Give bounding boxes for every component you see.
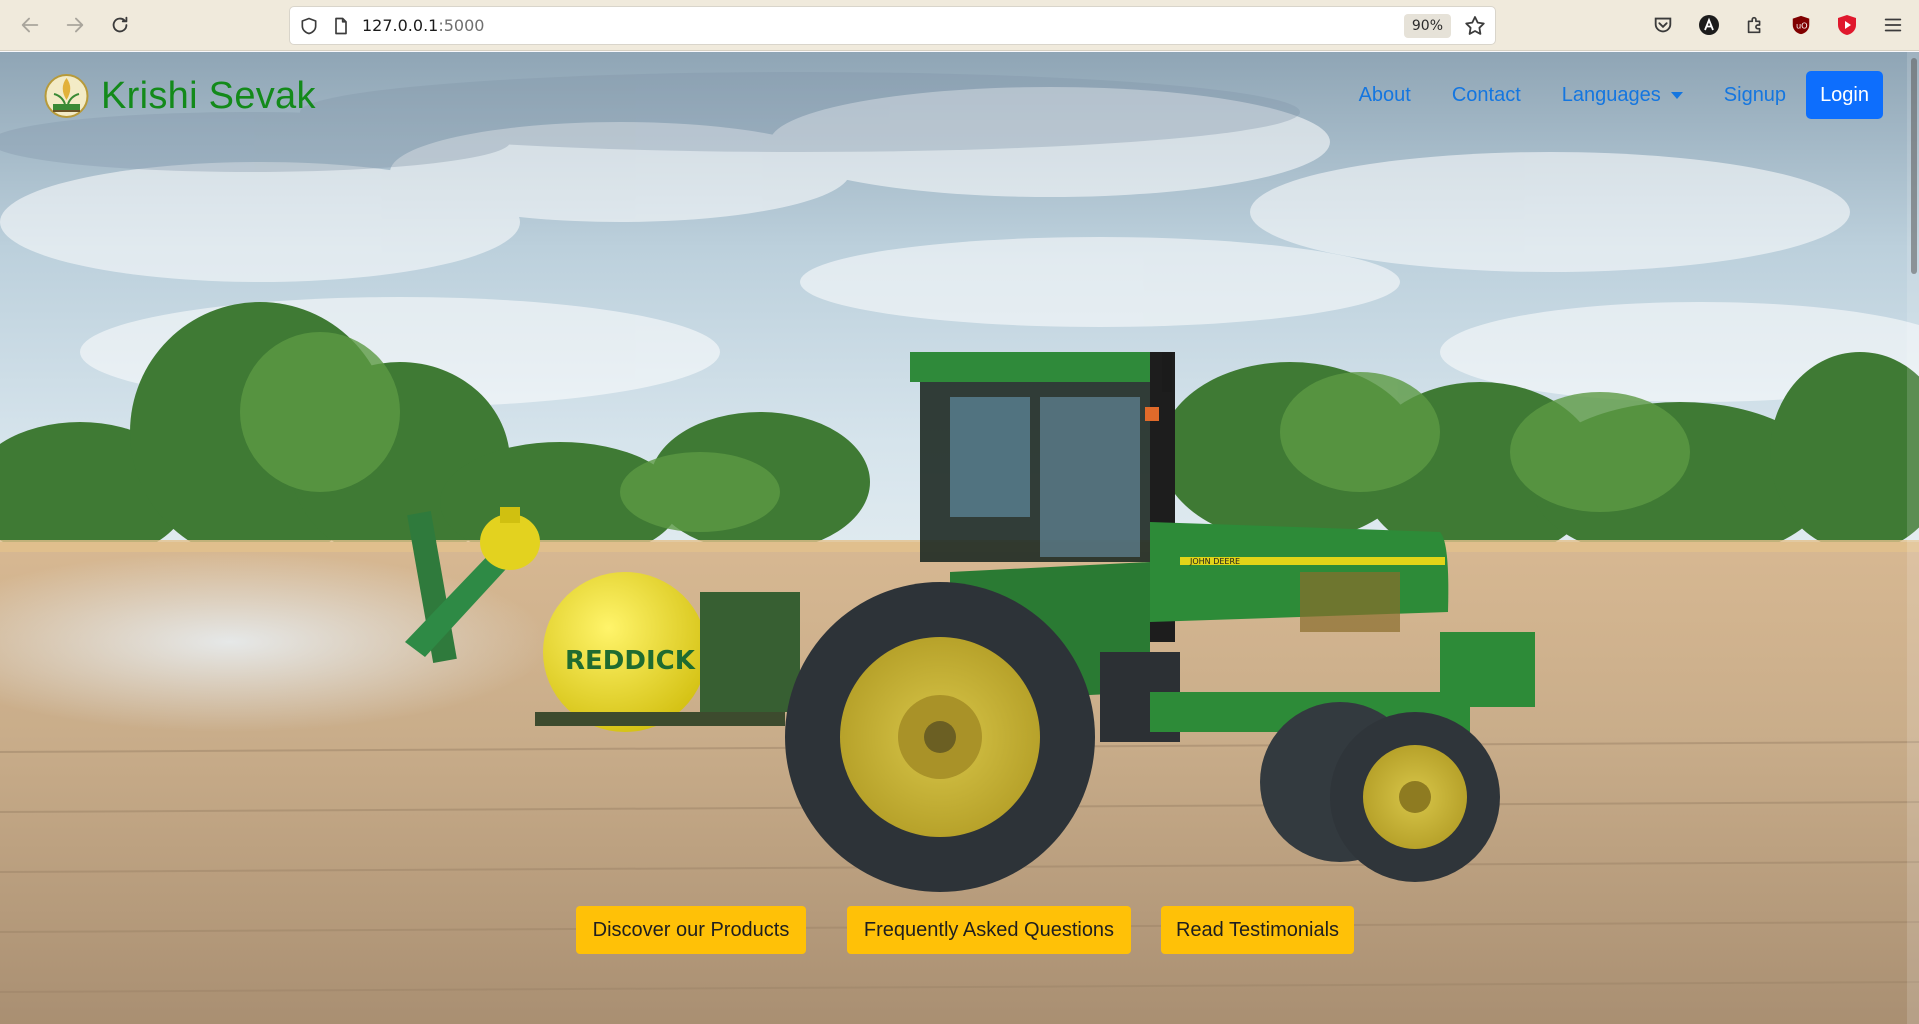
hero-background-image: REDDICK JOHN DEERE	[0, 52, 1919, 1024]
tractor-badge: JOHN DEERE	[1189, 557, 1240, 566]
faq-button[interactable]: Frequently Asked Questions	[847, 906, 1131, 954]
brand-logo-icon	[44, 74, 89, 118]
reload-button[interactable]	[100, 5, 140, 45]
address-bar[interactable]: 127.0.0.1:5000 90%	[289, 6, 1496, 45]
testimonials-button[interactable]: Read Testimonials	[1161, 906, 1354, 954]
arrow-right-icon	[66, 17, 84, 33]
nav-signup-link[interactable]: Signup	[1724, 84, 1786, 107]
languages-label: Languages	[1561, 83, 1661, 106]
discover-products-button[interactable]: Discover our Products	[576, 906, 806, 954]
zoom-level[interactable]: 90%	[1403, 14, 1451, 38]
url-text[interactable]: 127.0.0.1:5000	[362, 16, 484, 35]
account-avatar-icon[interactable]	[1693, 8, 1725, 42]
page-icon[interactable]	[330, 15, 352, 37]
video-extension-icon[interactable]	[1831, 8, 1863, 42]
back-button[interactable]	[10, 5, 50, 45]
nav-links: About Contact Languages Signup Login	[1318, 71, 1883, 119]
site-navbar: Krishi Sevak About Contact Languages Sig…	[0, 52, 1919, 148]
pocket-icon[interactable]	[1647, 8, 1679, 42]
scrollbar-thumb[interactable]	[1911, 58, 1917, 274]
shield-icon[interactable]	[298, 15, 320, 37]
brand-link[interactable]: Krishi Sevak	[44, 70, 316, 122]
page-scrollbar[interactable]	[1907, 52, 1919, 1024]
nav-contact-link[interactable]: Contact	[1452, 84, 1521, 107]
brand-name: Krishi Sevak	[101, 74, 316, 117]
extensions-area: uO	[1647, 8, 1909, 42]
reload-icon	[112, 16, 128, 33]
ublock-icon[interactable]: uO	[1785, 8, 1817, 42]
arrow-left-icon	[21, 17, 39, 33]
svg-text:uO: uO	[1796, 21, 1808, 31]
url-port: :5000	[438, 16, 485, 35]
page-viewport: REDDICK JOHN DEERE Krishi Sevak About Co…	[0, 52, 1919, 1024]
extensions-puzzle-icon[interactable]	[1739, 8, 1771, 42]
tank-label: REDDICK	[565, 646, 696, 676]
login-button[interactable]: Login	[1806, 71, 1883, 119]
caret-down-icon	[1670, 91, 1683, 99]
browser-toolbar: 127.0.0.1:5000 90% uO	[0, 0, 1919, 51]
forward-button[interactable]	[55, 5, 95, 45]
bookmark-star-icon[interactable]	[1463, 14, 1487, 38]
nav-about-link[interactable]: About	[1359, 84, 1411, 107]
cta-buttons: Discover our Products Frequently Asked Q…	[0, 906, 1919, 954]
menu-hamburger-icon[interactable]	[1877, 8, 1909, 42]
languages-dropdown[interactable]: Languages	[1562, 84, 1683, 107]
url-host: 127.0.0.1	[362, 16, 439, 35]
